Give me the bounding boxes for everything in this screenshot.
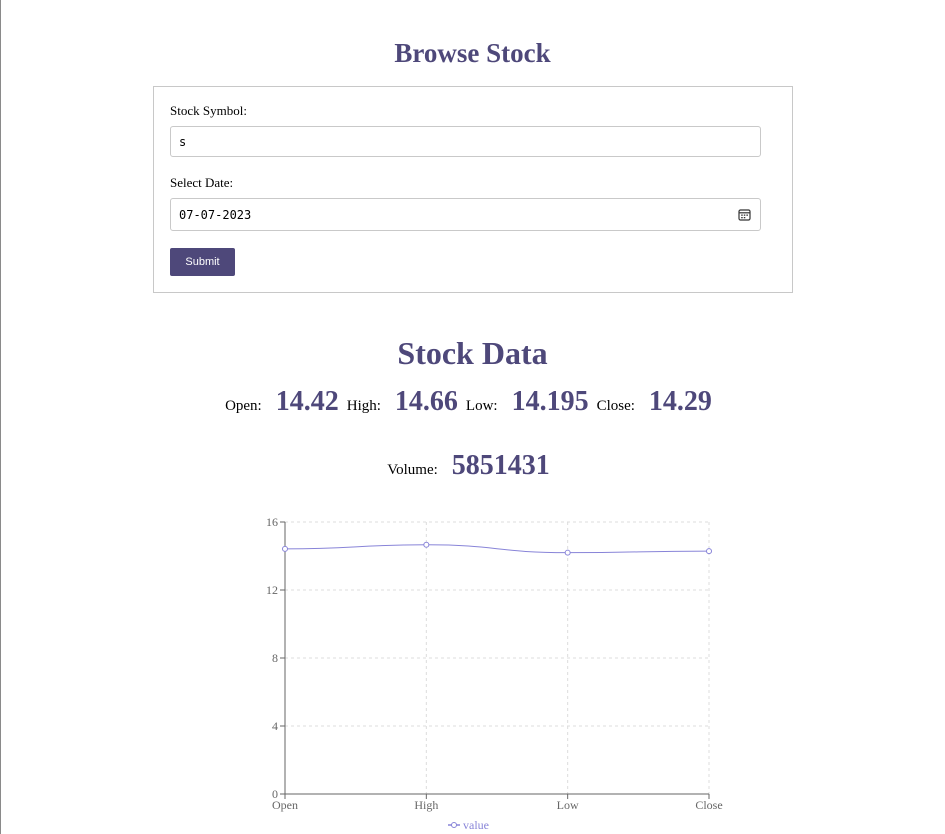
y-tick-label: 4 [272,719,278,733]
data-point [423,541,430,548]
data-point [706,548,712,555]
data-point [564,549,571,556]
x-tick-label: High [414,798,438,812]
y-tick-label: 12 [266,583,278,597]
stock-line-chart: 0481216Open High Low Closevalue [266,515,723,832]
series-line [284,544,710,554]
legend-marker-icon [451,822,457,828]
x-tick-label: Close [695,798,722,812]
y-tick-label: 8 [272,651,278,665]
y-tick-label: 16 [266,515,278,529]
x-tick-label: Open [272,798,298,812]
data-point [282,545,288,552]
legend-label: value [463,818,489,832]
x-tick-label: Low [557,798,579,812]
